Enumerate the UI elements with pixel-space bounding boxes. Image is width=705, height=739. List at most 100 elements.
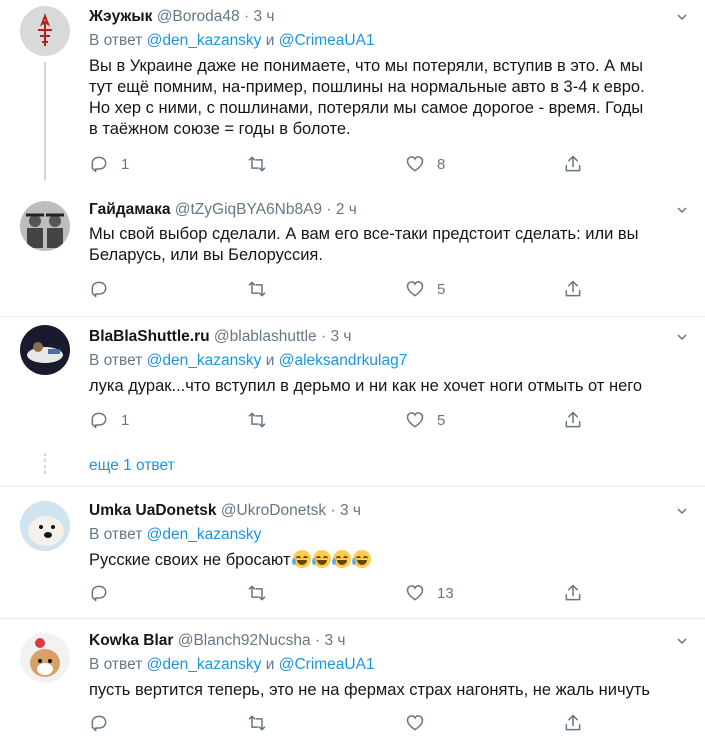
tweet-header: Umka UaDonetsk @UkroDonetsk · 3 ч xyxy=(89,502,361,520)
mention-link[interactable]: @CrimeaUA1 xyxy=(279,32,375,49)
share-icon xyxy=(565,714,581,731)
avatar[interactable] xyxy=(20,633,70,683)
mention-link[interactable]: @den_kazansky xyxy=(147,526,262,543)
tweet-text: пусть вертится теперь, это не на фермах … xyxy=(89,680,689,701)
show-more-replies-link[interactable]: еще 1 ответ xyxy=(89,457,175,475)
display-name[interactable]: BlaBlaShuttle.ru xyxy=(89,328,210,345)
reply-context: В ответ @den_kazansky xyxy=(89,526,261,544)
share-icon xyxy=(565,584,581,601)
separator: · xyxy=(320,328,327,345)
tweet-text: лука дурак...что вступил в дерьмо и ни к… xyxy=(89,376,689,397)
reply-button[interactable]: 1 xyxy=(89,154,129,174)
retweet-icon xyxy=(248,156,266,172)
display-name[interactable]: Жэужык xyxy=(89,8,152,25)
reply-prefix: В ответ xyxy=(89,352,143,369)
heart-icon xyxy=(406,156,424,172)
tweet-text: Мы свой выбор сделали. А вам его все-так… xyxy=(89,224,689,266)
mention-link[interactable]: @CrimeaUA1 xyxy=(279,656,375,673)
chevron-down-icon[interactable] xyxy=(677,636,687,646)
timestamp[interactable]: 3 ч xyxy=(330,328,351,345)
tweet[interactable]: BlaBlaShuttle.ru @blablashuttle · 3 ч В … xyxy=(0,317,705,487)
chevron-down-icon[interactable] xyxy=(677,12,687,22)
like-button[interactable]: 5 xyxy=(405,279,445,299)
chevron-down-icon[interactable] xyxy=(677,332,687,342)
avatar[interactable] xyxy=(20,201,70,251)
tweet-actions: 1 8 xyxy=(89,154,589,176)
user-handle[interactable]: @Boroda48 xyxy=(157,8,240,25)
tweet-text-line: Мы свой выбор сделали. А вам его все-так… xyxy=(89,225,639,243)
share-button[interactable] xyxy=(563,279,583,299)
avatar[interactable] xyxy=(20,325,70,375)
retweet-button[interactable] xyxy=(247,410,279,430)
tweet-text-line: Русские своих не бросают xyxy=(89,551,291,569)
tweet-text-line: Но хер с ними, с пошлинами, потеряли мы … xyxy=(89,99,644,117)
reply-icon xyxy=(91,715,107,732)
chevron-down-icon[interactable] xyxy=(677,506,687,516)
tweet[interactable]: Umka UaDonetsk @UkroDonetsk · 3 ч В отве… xyxy=(0,487,705,619)
share-button[interactable] xyxy=(563,583,583,603)
reply-icon xyxy=(91,281,107,298)
like-count: 13 xyxy=(437,584,454,602)
reply-count: 1 xyxy=(121,411,130,429)
mention-link[interactable]: @den_kazansky xyxy=(147,32,262,49)
mention-link[interactable]: @aleksandrkulag7 xyxy=(279,352,408,369)
mention-link[interactable]: @den_kazansky xyxy=(147,352,262,369)
separator: · xyxy=(326,201,332,218)
like-button[interactable]: 8 xyxy=(405,154,445,174)
tweet-text: Вы в Украине даже не понимаете, что мы п… xyxy=(89,56,689,140)
share-button[interactable] xyxy=(563,713,583,733)
tweet-text-line: тут ещё помним, на-пример, пошлины на но… xyxy=(89,78,645,96)
tweet-actions: 1 5 xyxy=(89,410,589,432)
reply-button[interactable] xyxy=(89,713,121,733)
like-count: 8 xyxy=(437,155,446,173)
display-name[interactable]: Kowka Blar xyxy=(89,632,173,649)
reply-context: В ответ @den_kazansky и @aleksandrkulag7 xyxy=(89,352,407,370)
chevron-down-icon[interactable] xyxy=(677,205,687,215)
mention-link[interactable]: @den_kazansky xyxy=(147,656,262,673)
user-handle[interactable]: @tZyGiqBYA6Nb8A9 xyxy=(175,201,322,218)
user-handle[interactable]: @Blanch92Nucsha xyxy=(178,632,311,649)
timestamp[interactable]: 3 ч xyxy=(324,632,345,649)
retweet-icon xyxy=(248,585,266,601)
user-handle[interactable]: @blablashuttle xyxy=(214,328,317,345)
crying-laughing-emoji xyxy=(331,550,351,568)
reply-icon xyxy=(91,585,107,602)
reply-context: В ответ @den_kazansky и @CrimeaUA1 xyxy=(89,656,375,674)
avatar[interactable] xyxy=(20,6,70,56)
like-button[interactable]: 5 xyxy=(405,410,445,430)
timestamp[interactable]: 3 ч xyxy=(340,502,361,519)
share-icon xyxy=(565,155,581,172)
reply-count: 1 xyxy=(121,155,130,173)
tweet-text-line: в таёжном союзе = годы в болоте. xyxy=(89,120,351,138)
retweet-button[interactable] xyxy=(247,279,279,299)
retweet-icon xyxy=(248,412,266,428)
crying-laughing-emoji xyxy=(291,550,311,568)
tweet-text: Русские своих не бросают xyxy=(89,550,689,571)
retweet-button[interactable] xyxy=(247,154,279,174)
display-name[interactable]: Umka UaDonetsk xyxy=(89,502,217,519)
retweet-button[interactable] xyxy=(247,713,279,733)
tweet[interactable]: Гайдамака @tZyGiqBYA6Nb8A9 · 2 ч Мы свой… xyxy=(0,181,705,317)
tweet[interactable]: Kowka Blar @Blanch92Nucsha · 3 ч В ответ… xyxy=(0,619,705,739)
reply-button[interactable]: 1 xyxy=(89,410,129,430)
retweet-icon xyxy=(248,715,266,731)
reply-button[interactable] xyxy=(89,279,121,299)
share-button[interactable] xyxy=(563,154,583,174)
share-button[interactable] xyxy=(563,410,583,430)
heart-icon xyxy=(406,281,424,297)
display-name[interactable]: Гайдамака xyxy=(89,201,170,218)
reply-button[interactable] xyxy=(89,583,121,603)
like-button[interactable] xyxy=(405,713,437,733)
reply-and: и xyxy=(265,656,275,673)
timestamp[interactable]: 2 ч xyxy=(336,201,357,218)
retweet-button[interactable] xyxy=(247,583,279,603)
tweet-actions xyxy=(89,713,589,735)
user-handle[interactable]: @UkroDonetsk xyxy=(221,502,326,519)
separator: · xyxy=(314,632,321,649)
like-button[interactable]: 13 xyxy=(405,583,454,603)
tweet-actions: 5 xyxy=(89,279,589,301)
avatar[interactable] xyxy=(20,501,70,551)
tweet[interactable]: Жэужык @Boroda48 · 3 ч В ответ @den_kaza… xyxy=(0,0,705,181)
share-icon xyxy=(565,280,581,297)
timestamp[interactable]: 3 ч xyxy=(253,8,274,25)
